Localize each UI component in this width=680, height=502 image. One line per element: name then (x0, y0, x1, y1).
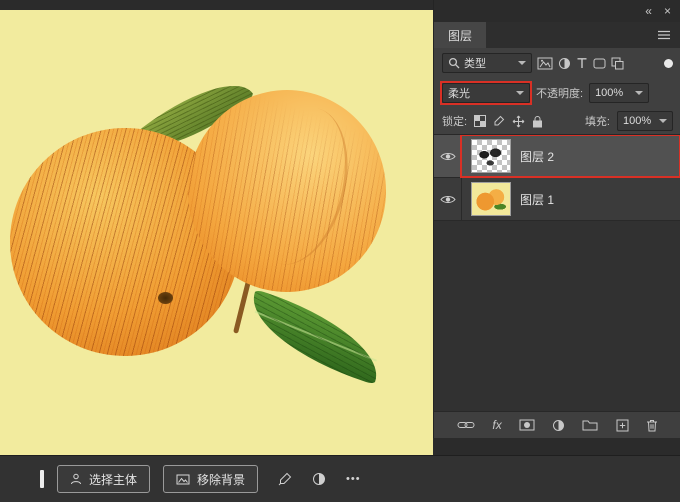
select-subject-label: 选择主体 (89, 472, 138, 487)
contextual-task-bar: 选择主体 移除背景 ••• (0, 455, 680, 502)
opacity-label: 不透明度: (536, 88, 584, 100)
remove-background-label: 移除背景 (197, 472, 246, 487)
close-panel-icon[interactable]: × (664, 5, 671, 17)
filter-pixel-layers-icon[interactable] (537, 54, 553, 72)
panel-tab-bar: 图层 (434, 22, 680, 48)
layer-name[interactable]: 图层 1 (520, 191, 554, 208)
lock-image-pixels-icon[interactable] (493, 112, 505, 130)
photoshop-window: « × 图层 类型 柔光 不透明度: 100% 锁定: 填充: 100% 图层 … (0, 0, 680, 502)
adjustments-icon[interactable] (312, 472, 326, 486)
filter-smart-object-icon[interactable] (611, 54, 624, 72)
visibility-toggle[interactable] (434, 135, 462, 177)
layer-thumbnail[interactable] (471, 182, 511, 216)
blend-mode-dropdown[interactable]: 柔光 (440, 81, 532, 105)
layer-name[interactable]: 图层 2 (520, 148, 554, 165)
search-icon (448, 57, 460, 69)
image-icon (176, 474, 190, 485)
lock-all-icon[interactable] (532, 112, 543, 130)
opacity-value: 100% (595, 87, 624, 99)
eye-icon (439, 151, 456, 162)
fill-label: 填充: (584, 116, 610, 128)
chevron-down-icon (518, 61, 526, 65)
hamburger-menu-icon (657, 30, 671, 40)
new-group-folder-icon[interactable] (582, 416, 598, 434)
taskbar-drag-handle[interactable] (40, 470, 44, 488)
filter-type-value: 类型 (464, 58, 486, 70)
lock-row: 锁定: 填充: 100% (434, 108, 680, 134)
tab-layers[interactable]: 图层 (434, 22, 487, 48)
eye-icon (439, 194, 456, 205)
layers-list: 图层 2 图层 1 (434, 134, 680, 411)
layer-style-fx-icon[interactable]: fx (492, 419, 501, 431)
person-icon (70, 473, 82, 485)
more-options-button[interactable]: ••• (346, 473, 361, 485)
visibility-toggle[interactable] (434, 178, 462, 220)
artwork-stem (233, 276, 252, 334)
lock-position-icon[interactable] (512, 112, 525, 130)
layer-row-layer-1[interactable]: 图层 1 (434, 178, 680, 221)
add-layer-mask-icon[interactable] (519, 416, 535, 434)
filter-toggle-switch[interactable] (664, 58, 673, 68)
adjustment-layer-icon[interactable] (552, 416, 565, 434)
delete-layer-trash-icon[interactable] (646, 416, 658, 434)
chevron-down-icon (516, 91, 524, 95)
filter-text-layers-icon[interactable] (576, 54, 588, 72)
layer-row-layer-2[interactable]: 图层 2 (434, 135, 680, 178)
filter-shape-layers-icon[interactable] (593, 54, 606, 72)
layers-panel: « × 图层 类型 柔光 不透明度: 100% 锁定: 填充: 100% 图层 … (433, 0, 680, 438)
new-layer-icon[interactable] (616, 416, 629, 434)
lock-label: 锁定: (442, 116, 468, 128)
document-canvas[interactable] (0, 10, 433, 456)
lock-transparent-pixels-icon[interactable] (474, 112, 487, 130)
layer-filter-row: 类型 (434, 48, 680, 78)
layers-panel-footer: fx (434, 411, 680, 438)
artwork-stem-spot (158, 292, 173, 304)
blend-mode-row: 柔光 不透明度: 100% (434, 78, 680, 108)
layer-thumbnail[interactable] (471, 139, 511, 173)
opacity-dropdown[interactable]: 100% (589, 83, 650, 103)
chevron-down-icon (659, 119, 667, 123)
panel-group-header: « × (434, 0, 680, 22)
panel-menu-button[interactable] (647, 22, 680, 48)
artwork-leaf-bottom (239, 289, 391, 385)
fill-dropdown[interactable]: 100% (617, 111, 673, 131)
link-layers-icon[interactable] (457, 416, 475, 434)
collapse-panel-icon[interactable]: « (645, 5, 652, 17)
taskbar-tools: ••• (278, 472, 361, 486)
tab-layers-label: 图层 (448, 28, 473, 43)
chevron-down-icon (635, 91, 644, 95)
brush-icon[interactable] (278, 472, 292, 486)
blend-mode-value: 柔光 (448, 88, 470, 100)
filter-adjustment-layers-icon[interactable] (558, 54, 571, 72)
fill-value: 100% (623, 115, 652, 127)
remove-background-button[interactable]: 移除背景 (163, 465, 259, 493)
filter-type-dropdown[interactable]: 类型 (442, 53, 532, 73)
select-subject-button[interactable]: 选择主体 (57, 465, 151, 493)
